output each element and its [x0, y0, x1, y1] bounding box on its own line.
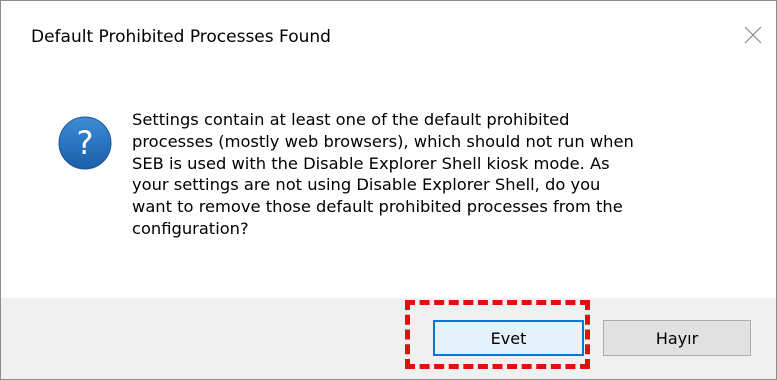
message-line: your settings are not using Disable Expl… — [132, 175, 601, 195]
dialog-title: Default Prohibited Processes Found — [31, 27, 331, 47]
message-line: SEB is used with the Disable Explorer Sh… — [132, 153, 610, 173]
message-line: processes (mostly web browsers), which s… — [132, 131, 634, 151]
message-line: configuration? — [132, 218, 249, 238]
message-line: want to remove those default prohibited … — [132, 197, 623, 217]
svg-text:?: ? — [77, 124, 94, 162]
yes-button[interactable]: Evet — [433, 320, 584, 356]
dialog-message: Settings contain at least one of the def… — [132, 109, 757, 240]
question-icon: ? — [58, 116, 112, 170]
close-button[interactable] — [738, 20, 768, 50]
close-icon — [744, 26, 762, 44]
message-line: Settings contain at least one of the def… — [132, 110, 570, 129]
no-button[interactable]: Hayır — [603, 320, 751, 356]
